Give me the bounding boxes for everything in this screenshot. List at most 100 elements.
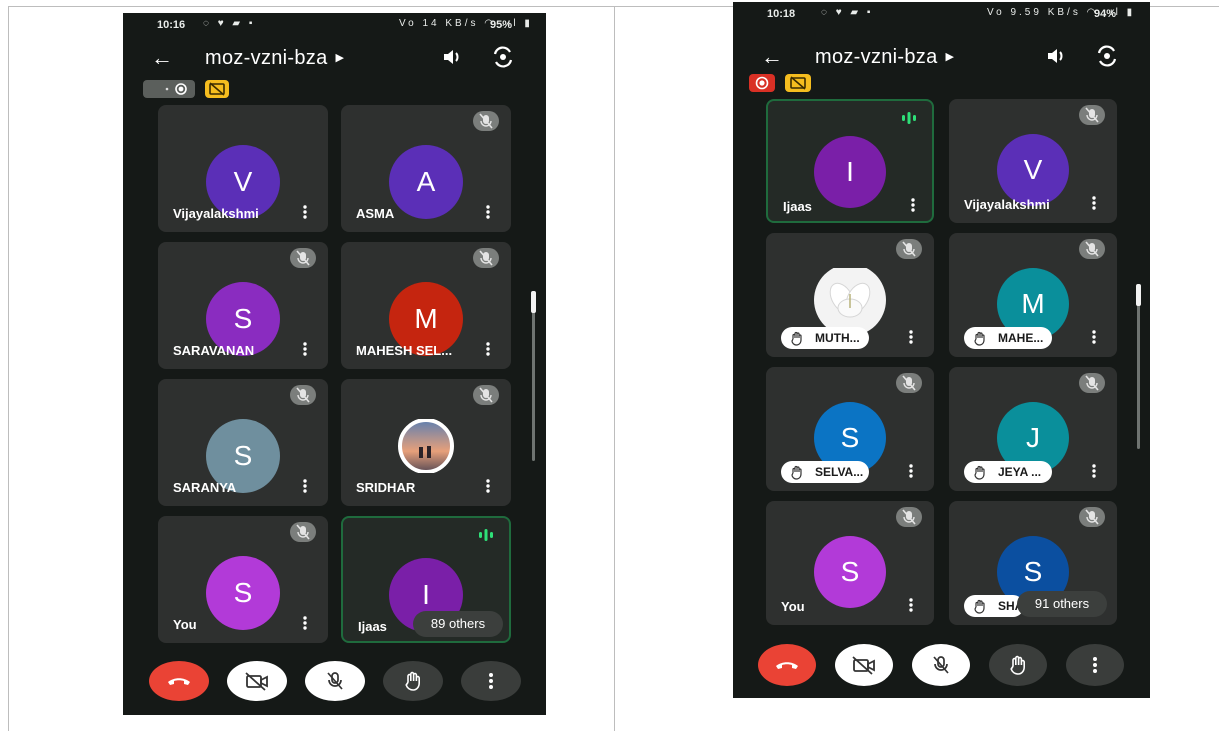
mic-off-icon: [473, 385, 499, 405]
participant-tile[interactable]: S SARAVANAN: [158, 242, 328, 369]
participant-menu-icon[interactable]: [906, 197, 920, 213]
battery-level: 95%: [489, 19, 512, 31]
live-toggle-badge[interactable]: [143, 80, 195, 98]
others-count-button[interactable]: 91 others: [1017, 591, 1107, 617]
back-arrow-icon[interactable]: ←: [151, 45, 173, 71]
participant-tile[interactable]: V Vijayalakshmi: [158, 105, 328, 232]
participant-name: MAHESH SEL...: [356, 343, 453, 358]
participant-name: Vijayalakshmi: [173, 206, 259, 221]
participant-name-pill: SELVA...: [781, 461, 869, 483]
avatar: S: [814, 536, 886, 608]
participant-tile[interactable]: J JEYA ...: [949, 367, 1117, 491]
mic-off-icon: [896, 239, 922, 259]
participant-tile[interactable]: S SARANYA: [158, 379, 328, 506]
participant-menu-icon[interactable]: [1087, 329, 1101, 345]
status-time: 10:16: [157, 19, 186, 31]
status-time: 10:18: [767, 8, 796, 20]
mic-off-button[interactable]: [305, 661, 365, 701]
participant-menu-icon[interactable]: [298, 341, 312, 357]
mic-off-icon: [1079, 373, 1105, 393]
speaker-icon[interactable]: [441, 46, 463, 68]
back-arrow-icon[interactable]: ←: [761, 44, 783, 70]
mic-off-icon: [896, 373, 922, 393]
switch-camera-icon[interactable]: [491, 46, 515, 68]
participant-name: ASMA: [356, 206, 395, 221]
participant-name: MAHE...: [998, 331, 1044, 345]
notification-icons: ◌ ♥ ▰ ▪: [203, 18, 256, 29]
raise-hand-button[interactable]: [383, 661, 443, 701]
participant-menu-icon[interactable]: [1087, 195, 1101, 211]
participant-menu-icon[interactable]: [481, 478, 495, 494]
scrollbar-thumb[interactable]: [1136, 284, 1141, 306]
speaking-indicator-icon: [473, 526, 499, 544]
participant-tile[interactable]: A ASMA: [341, 105, 511, 232]
participant-menu-icon[interactable]: [298, 478, 312, 494]
mic-off-icon: [896, 507, 922, 527]
scrollbar-thumb[interactable]: [531, 291, 536, 313]
participant-menu-icon[interactable]: [298, 204, 312, 220]
others-count-button[interactable]: 89 others: [413, 611, 503, 637]
participant-tile[interactable]: SRIDHAR: [341, 379, 511, 506]
caret-right-icon: ▶: [945, 51, 955, 63]
mic-off-icon: [473, 248, 499, 268]
captions-off-icon[interactable]: [785, 74, 811, 92]
camera-off-button[interactable]: [835, 644, 893, 686]
participant-tile[interactable]: V Vijayalakshmi: [949, 99, 1117, 223]
end-call-icon: [165, 671, 193, 691]
switch-camera-icon[interactable]: [1095, 45, 1119, 67]
participant-name: Ijaas: [783, 199, 812, 214]
participant-menu-icon[interactable]: [904, 329, 918, 345]
participant-name: SARAVANAN: [173, 343, 255, 358]
more-options-button[interactable]: [461, 661, 521, 701]
mic-off-icon: [1079, 239, 1105, 259]
participant-tile[interactable]: I Ijaas: [766, 99, 934, 223]
participant-menu-icon[interactable]: [904, 597, 918, 613]
speaker-icon[interactable]: [1045, 45, 1067, 67]
captions-off-icon[interactable]: [205, 80, 229, 98]
mic-off-icon: [929, 653, 953, 677]
meeting-header: ← moz-vzni-bza ▶: [123, 43, 546, 77]
camera-off-button[interactable]: [227, 661, 287, 701]
raise-hand-button[interactable]: [989, 644, 1047, 686]
raised-hand-icon: [972, 598, 988, 614]
participant-name: SRIDHAR: [356, 480, 416, 495]
participant-menu-icon[interactable]: [904, 463, 918, 479]
meeting-code[interactable]: moz-vzni-bza ▶: [205, 47, 344, 70]
avatar: V: [997, 134, 1069, 206]
notification-icons: ◌ ♥ ▰ ▪: [821, 7, 874, 18]
meet-screenshot-right: 10:18 ◌ ♥ ▰ ▪ Vo 9.59 KB/s ◠ .ıl ▮ 94% ←…: [733, 2, 1150, 698]
mic-off-button[interactable]: [912, 644, 970, 686]
participant-tile[interactable]: S You: [158, 516, 328, 643]
more-options-button[interactable]: [1066, 644, 1124, 686]
avatar: I: [814, 136, 886, 208]
participant-menu-icon[interactable]: [1087, 463, 1101, 479]
grid-scrollbar[interactable]: [1136, 284, 1141, 449]
raised-hand-icon: [789, 330, 805, 346]
participant-tile[interactable]: M MAHESH SEL...: [341, 242, 511, 369]
participant-tile[interactable]: S SELVA...: [766, 367, 934, 491]
participant-tile[interactable]: I Ijaas 89 others: [341, 516, 511, 643]
end-call-button[interactable]: [758, 644, 816, 686]
recording-icon[interactable]: [749, 74, 775, 92]
participant-menu-icon[interactable]: [298, 615, 312, 631]
mic-off-icon: [1079, 507, 1105, 527]
meet-screenshot-left: 10:16 ◌ ♥ ▰ ▪ Vo 14 KB/s ◠ .ıl ▮ 95% ← m…: [123, 13, 546, 715]
participant-name: MUTH...: [815, 331, 860, 345]
participant-menu-icon[interactable]: [481, 204, 495, 220]
meeting-code[interactable]: moz-vzni-bza ▶: [815, 46, 954, 69]
end-call-button[interactable]: [149, 661, 209, 701]
participant-name: JEYA ...: [998, 465, 1042, 479]
participant-name: You: [781, 599, 805, 614]
table-border-middle: [614, 6, 615, 731]
status-bar: 10:18 ◌ ♥ ▰ ▪ Vo 9.59 KB/s ◠ .ıl ▮ 94%: [733, 2, 1150, 28]
participant-tile[interactable]: S You: [766, 501, 934, 625]
participant-menu-icon[interactable]: [481, 341, 495, 357]
participant-tile[interactable]: MUTH...: [766, 233, 934, 357]
mic-off-icon: [473, 111, 499, 131]
mic-off-icon: [290, 248, 316, 268]
more-options-icon: [486, 671, 496, 691]
participant-tile[interactable]: M MAHE...: [949, 233, 1117, 357]
participant-name-pill: MAHE...: [964, 327, 1052, 349]
grid-scrollbar[interactable]: [531, 291, 536, 461]
participant-tile[interactable]: S SHA 91 others: [949, 501, 1117, 625]
